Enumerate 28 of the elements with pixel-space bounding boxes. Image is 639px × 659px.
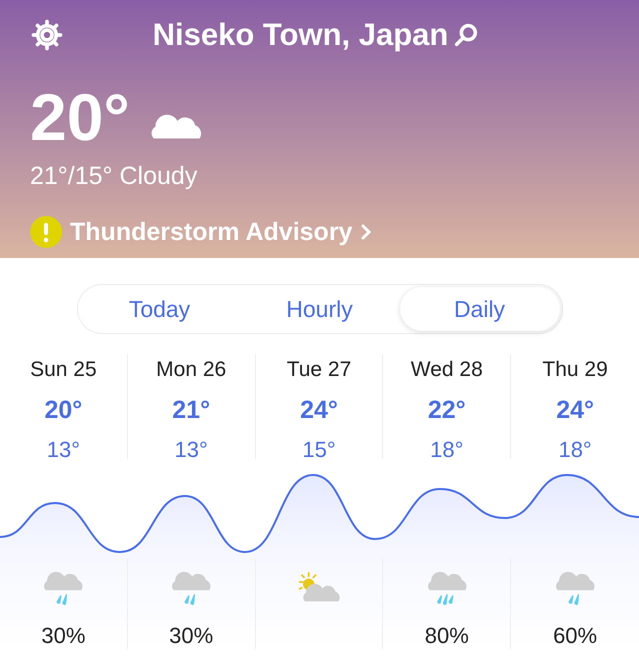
low-temperature: 18° xyxy=(558,436,592,464)
high-temperature: 20° xyxy=(44,394,82,426)
cloud-icon xyxy=(150,112,202,140)
high-temperature: 21° xyxy=(172,394,210,426)
view-tab[interactable]: Hourly xyxy=(240,287,400,331)
view-tab[interactable]: Daily xyxy=(400,287,560,331)
temperature-summary: 21°/15° Cloudy xyxy=(30,161,198,192)
low-temperature: 13° xyxy=(174,436,208,464)
warning-icon xyxy=(30,216,62,248)
day-label: Sun 25 xyxy=(30,357,97,383)
low-temperature: 13° xyxy=(46,436,80,464)
day-label: Thu 29 xyxy=(542,357,608,383)
high-temperature: 22° xyxy=(428,394,466,426)
day-label: Tue 27 xyxy=(286,357,352,383)
high-temperature: 24° xyxy=(300,394,338,426)
precipitation-chance: 80% xyxy=(424,622,469,650)
settings-icon[interactable] xyxy=(30,18,64,52)
day-label: Mon 26 xyxy=(156,357,226,383)
low-temperature: 15° xyxy=(302,436,336,464)
day-label: Wed 28 xyxy=(410,357,483,383)
view-tab[interactable]: Today xyxy=(80,287,240,331)
location-title: Niseko Town, Japan xyxy=(152,16,448,54)
precipitation-chance: 60% xyxy=(553,622,598,650)
precipitation-chance: 30% xyxy=(169,622,214,650)
precipitation-chance: 30% xyxy=(41,622,86,650)
current-temperature: 20° xyxy=(30,84,130,150)
high-temperature: 24° xyxy=(556,394,594,426)
low-temperature: 18° xyxy=(430,436,464,464)
